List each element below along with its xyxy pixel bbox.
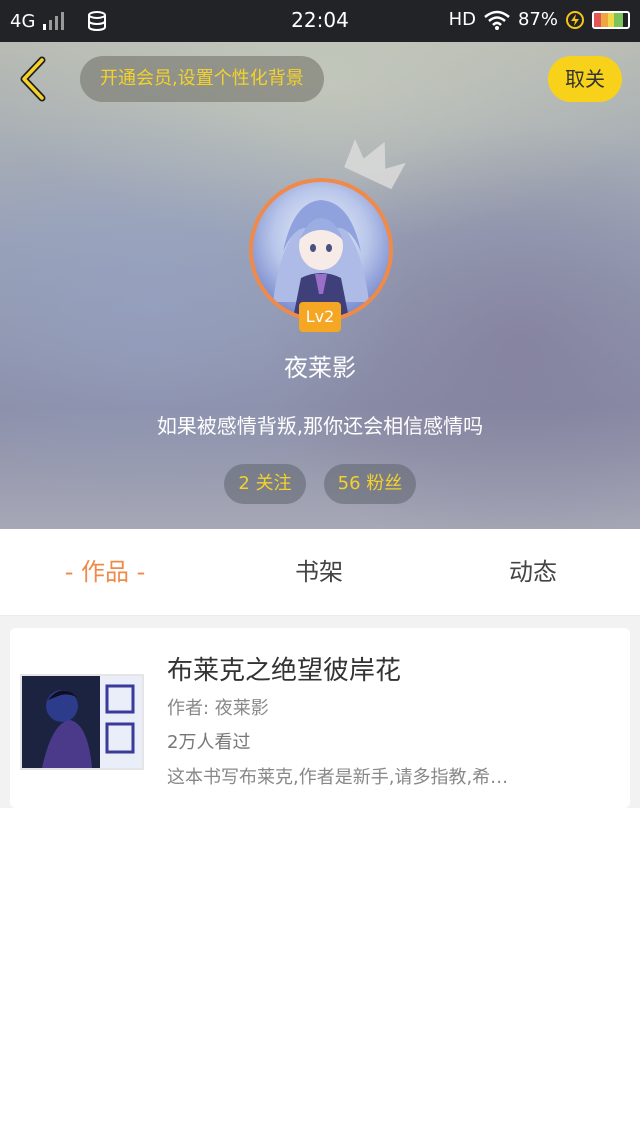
tab-works[interactable]: - 作品 - xyxy=(30,529,180,615)
status-right: HD 87% xyxy=(449,9,630,30)
book-author: 作者: 夜莱影 xyxy=(167,698,269,719)
charging-icon xyxy=(566,10,584,29)
book-title[interactable]: 布莱克之绝望彼岸花 xyxy=(167,650,401,687)
followers-count[interactable]: 56 粉丝 xyxy=(324,464,416,504)
book-cover xyxy=(20,674,144,770)
tab-bookshelf[interactable]: 书架 xyxy=(244,529,394,615)
avatar-image xyxy=(273,200,369,318)
works-list: 布莱克之绝望彼岸花 作者: 夜莱影 2万人看过 这本书写布莱克,作者是新手,请多… xyxy=(0,616,640,1138)
back-button[interactable] xyxy=(16,56,52,102)
status-bar: 4G 22:04 HD 87% xyxy=(0,0,640,42)
profile-tabs: - 作品 - 书架 动态 xyxy=(0,529,640,616)
avatar[interactable] xyxy=(249,178,393,322)
unfollow-button[interactable]: 取关 xyxy=(548,56,622,102)
following-count[interactable]: 2 关注 xyxy=(224,464,306,504)
level-badge: Lv2 xyxy=(299,302,341,332)
wifi-icon xyxy=(484,10,510,30)
book-card[interactable]: 布莱克之绝望彼岸花 作者: 夜莱影 2万人看过 这本书写布莱克,作者是新手,请多… xyxy=(10,628,630,808)
book-views: 2万人看过 xyxy=(167,732,251,753)
tab-activity[interactable]: 动态 xyxy=(458,529,608,615)
battery-icon xyxy=(592,10,630,29)
profile-header: 开通会员,设置个性化背景 取关 Lv2 夜莱影 如果被感情背叛,那你还会相信感情… xyxy=(0,42,640,529)
vip-background-banner[interactable]: 开通会员,设置个性化背景 xyxy=(80,56,324,102)
book-cover-image xyxy=(22,676,142,768)
hd-indicator: HD xyxy=(448,9,476,30)
username: 夜莱影 xyxy=(284,354,356,382)
user-bio: 如果被感情背叛,那你还会相信感情吗 xyxy=(156,414,484,438)
book-description: 这本书写布莱克,作者是新手,请多指教,希… xyxy=(167,767,509,788)
battery-percent: 87% xyxy=(517,9,558,30)
